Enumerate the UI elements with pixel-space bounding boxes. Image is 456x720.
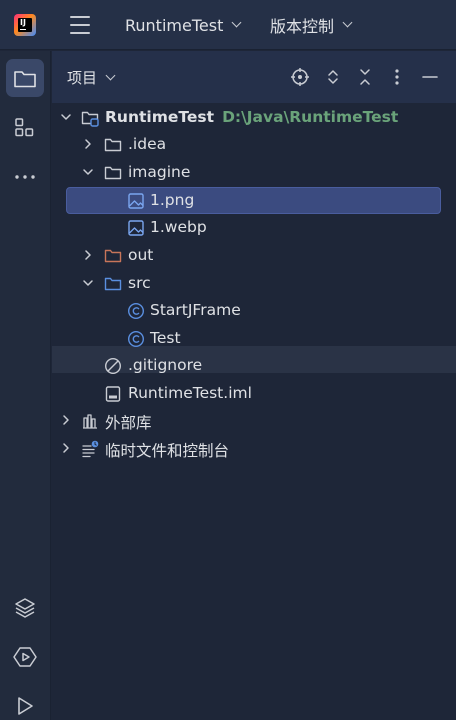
image-file-icon bbox=[128, 220, 144, 236]
crosshair-icon[interactable] bbox=[290, 67, 310, 87]
source-folder-icon bbox=[104, 277, 122, 291]
root-name: RuntimeTest bbox=[105, 108, 215, 126]
image-file-icon bbox=[128, 193, 144, 209]
tree-item-label: .gitignore bbox=[128, 356, 203, 374]
chevron-down-icon[interactable] bbox=[60, 111, 72, 123]
structure-tool-button[interactable] bbox=[6, 108, 44, 146]
tree-row-iml[interactable]: RuntimeTest.iml bbox=[52, 380, 456, 407]
tree-row-startjframe[interactable]: StartJFrame bbox=[52, 297, 456, 324]
tree-item-label: 1.png bbox=[150, 191, 195, 209]
tree-item-label: StartJFrame bbox=[150, 301, 241, 319]
run-icon bbox=[18, 697, 33, 715]
title-bar: IJ RuntimeTest 版本控制 bbox=[0, 0, 456, 50]
tree-item-label: out bbox=[128, 246, 154, 264]
project-menu-label: RuntimeTest bbox=[125, 15, 224, 35]
kebab-icon[interactable] bbox=[387, 67, 407, 87]
tree-item-label: src bbox=[128, 274, 151, 292]
project-panel-header: 项目 bbox=[52, 51, 456, 103]
panel-title: 项目 bbox=[67, 69, 98, 87]
layers-tool-button[interactable] bbox=[6, 589, 44, 627]
chevron-right-icon[interactable] bbox=[60, 442, 72, 454]
folder-icon bbox=[104, 138, 122, 152]
tree-row-scratches[interactable]: 临时文件和控制台 bbox=[52, 435, 456, 462]
tree-row-gitignore[interactable]: .gitignore bbox=[52, 352, 456, 379]
chevron-right-icon[interactable] bbox=[82, 138, 94, 150]
java-class-icon bbox=[127, 302, 145, 320]
tree-item-label: RuntimeTest.iml bbox=[128, 384, 252, 402]
excluded-folder-icon bbox=[104, 249, 122, 263]
tree-item-label: 临时文件和控制台 bbox=[105, 442, 230, 460]
tree-row-test[interactable]: Test bbox=[52, 325, 456, 352]
services-tool-button[interactable] bbox=[6, 638, 44, 676]
tree-row-imagine[interactable]: imagine bbox=[52, 159, 456, 186]
chevron-down-icon bbox=[342, 17, 353, 28]
tree-row-idea[interactable]: .idea bbox=[52, 131, 456, 158]
vcs-menu-label: 版本控制 bbox=[270, 17, 335, 36]
chevron-right-icon[interactable] bbox=[82, 249, 94, 261]
tree-item-label: 外部库 bbox=[105, 414, 152, 432]
tree-item-label: imagine bbox=[128, 163, 191, 181]
tree-item-label: Test bbox=[150, 329, 181, 347]
tree-row-external-libraries[interactable]: 外部库 bbox=[52, 407, 456, 434]
vcs-menu-button[interactable]: 版本控制 bbox=[270, 14, 353, 36]
module-folder-icon bbox=[81, 111, 99, 127]
project-tool-button[interactable] bbox=[6, 59, 44, 97]
chevron-down-icon[interactable] bbox=[82, 277, 94, 289]
services-icon bbox=[13, 647, 37, 667]
library-icon bbox=[83, 414, 97, 429]
expand-collapse-icon[interactable] bbox=[323, 67, 343, 87]
chevron-right-icon[interactable] bbox=[60, 414, 72, 426]
tree-row-root[interactable]: RuntimeTest D:\Java\RuntimeTest bbox=[52, 104, 456, 131]
ignore-file-icon bbox=[104, 357, 122, 375]
root-label: RuntimeTest D:\Java\RuntimeTest bbox=[105, 108, 398, 126]
tree-row-1-png[interactable]: 1.png bbox=[52, 187, 456, 214]
tree-row-out[interactable]: out bbox=[52, 242, 456, 269]
root-path: D:\Java\RuntimeTest bbox=[222, 108, 399, 126]
folder-icon bbox=[14, 71, 36, 88]
tree-item-label: 1.webp bbox=[150, 218, 207, 236]
tool-window-strip bbox=[0, 51, 51, 720]
minimize-icon[interactable] bbox=[420, 67, 440, 87]
jetbrains-logo-icon[interactable]: IJ bbox=[14, 14, 36, 36]
chevron-down-icon bbox=[105, 70, 116, 80]
structure-icon bbox=[15, 118, 34, 137]
more-icon bbox=[15, 175, 35, 179]
chevron-down-icon bbox=[231, 17, 242, 28]
tree-row-1-webp[interactable]: 1.webp bbox=[52, 214, 456, 241]
project-view-dropdown[interactable]: 项目 bbox=[67, 67, 116, 88]
more-tools-button[interactable] bbox=[6, 158, 44, 196]
project-menu-button[interactable]: RuntimeTest bbox=[125, 14, 242, 36]
tree-item-label: .idea bbox=[128, 135, 167, 153]
layers-icon bbox=[15, 598, 35, 618]
chevron-down-icon[interactable] bbox=[82, 166, 94, 178]
tree-row-src[interactable]: src bbox=[52, 270, 456, 297]
run-tool-button[interactable] bbox=[6, 687, 44, 720]
folder-icon bbox=[104, 166, 122, 180]
hamburger-menu-icon[interactable] bbox=[70, 16, 90, 34]
scratches-icon bbox=[82, 440, 99, 458]
collapse-all-icon[interactable] bbox=[355, 67, 375, 87]
module-file-icon bbox=[105, 386, 121, 402]
java-class-icon bbox=[127, 330, 145, 348]
